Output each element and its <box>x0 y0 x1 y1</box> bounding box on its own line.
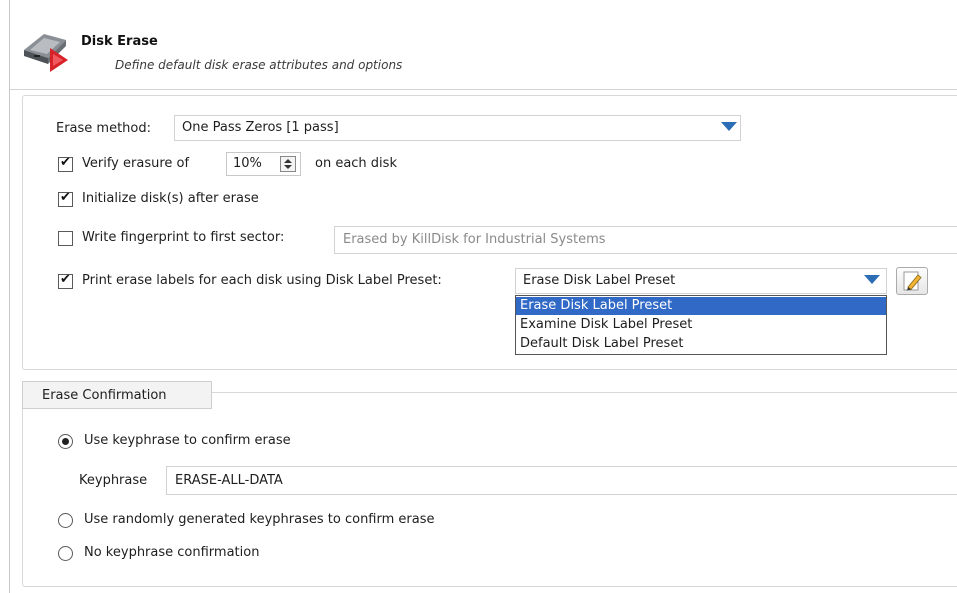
keyphrase-value: ERASE-ALL-DATA <box>175 473 283 488</box>
group-title: Erase Confirmation <box>42 388 167 403</box>
verify-percent-stepper[interactable]: 10% <box>226 152 301 176</box>
print-labels-label: Print erase labels for each disk using D… <box>82 273 442 288</box>
preset-option[interactable]: Erase Disk Label Preset <box>516 297 886 315</box>
fingerprint-text-field[interactable]: Erased by KillDisk for Industrial System… <box>334 226 957 254</box>
erase-confirmation-header: Erase Confirmation <box>22 381 212 409</box>
erase-method-value: One Pass Zeros [1 pass] <box>182 120 339 135</box>
verify-erasure-checkbox[interactable] <box>58 155 73 172</box>
arrow-down-icon <box>284 165 292 169</box>
spin-buttons[interactable] <box>280 156 296 172</box>
preset-option[interactable]: Examine Disk Label Preset <box>516 316 886 334</box>
erase-method-label: Erase method: <box>56 121 152 136</box>
edit-preset-button[interactable] <box>896 267 928 295</box>
header-divider <box>10 89 957 90</box>
preset-option[interactable]: Default Disk Label Preset <box>516 335 886 353</box>
chevron-down-icon <box>864 275 880 284</box>
initialize-disks-label: Initialize disk(s) after erase <box>82 191 259 206</box>
pencil-icon <box>903 271 922 291</box>
keyphrase-input[interactable]: ERASE-ALL-DATA <box>166 466 957 495</box>
label-preset-select[interactable]: Erase Disk Label Preset <box>515 268 887 294</box>
label-preset-value: Erase Disk Label Preset <box>523 273 676 288</box>
radio-no-confirmation-label: No keyphrase confirmation <box>84 545 260 560</box>
print-labels-checkbox[interactable] <box>58 272 73 289</box>
chevron-down-icon <box>721 122 737 131</box>
radio-use-keyphrase[interactable] <box>58 434 73 449</box>
initialize-disks-checkbox[interactable] <box>58 190 73 207</box>
verify-percent-value: 10% <box>233 156 262 171</box>
write-fingerprint-label: Write fingerprint to first sector: <box>82 230 285 245</box>
page-subtitle: Define default disk erase attributes and… <box>115 58 403 72</box>
erase-method-select[interactable]: One Pass Zeros [1 pass] <box>174 115 741 141</box>
radio-no-confirmation[interactable] <box>58 546 73 561</box>
label-preset-dropdown-list: Erase Disk Label Preset Examine Disk Lab… <box>515 295 887 355</box>
radio-random-keyphrase-label: Use randomly generated keyphrases to con… <box>84 512 435 527</box>
radio-random-keyphrase[interactable] <box>58 513 73 528</box>
verify-erasure-label: Verify erasure of <box>82 156 190 171</box>
radio-use-keyphrase-label: Use keyphrase to confirm erase <box>84 433 291 448</box>
arrow-up-icon <box>284 159 292 163</box>
write-fingerprint-checkbox[interactable] <box>58 231 73 246</box>
page-title: Disk Erase <box>81 34 158 49</box>
keyphrase-label: Keyphrase <box>79 473 148 488</box>
verify-erasure-suffix: on each disk <box>315 156 397 171</box>
fingerprint-text-value: Erased by KillDisk for Industrial System… <box>343 232 606 247</box>
disk-erase-icon <box>22 24 74 76</box>
